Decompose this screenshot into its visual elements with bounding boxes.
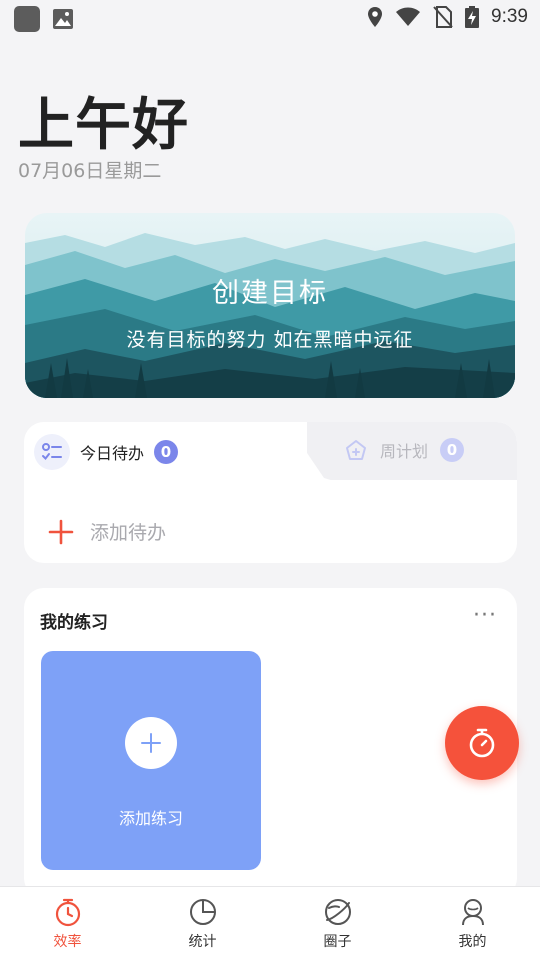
image-notification-icon [53,9,73,29]
create-goal-banner[interactable]: 创建目标 没有目标的努力 如在黑暗中远征 [25,213,515,398]
timer-fab-button[interactable] [445,706,519,780]
nav-item-efficiency[interactable]: 效率 [0,887,135,961]
date-label: 07月06日星期二 [18,160,162,182]
plus-icon [141,733,161,753]
nav-label-stats: 统计 [188,934,217,950]
stopwatch-icon [469,728,495,758]
tab-week-label: 周计划 [380,442,429,461]
status-time: 9:39 [491,6,528,27]
todo-card: 今日待办 0 周计划 0 添加待办 [24,422,517,563]
no-sim-icon [433,6,453,28]
app-notification-icon [14,6,40,32]
battery-charging-icon [465,6,480,28]
profile-icon [461,899,484,926]
tab-today-label: 今日待办 [80,444,145,463]
practice-card: 我的练习 ··· 添加练习 [24,588,517,898]
banner-subtitle: 没有目标的努力 如在黑暗中远征 [126,329,414,351]
week-plan-icon [346,440,366,460]
checklist-icon [42,443,62,461]
nav-item-mine[interactable]: 我的 [405,887,540,961]
wifi-icon [396,7,421,26]
bottom-nav: 效率 统计 圈子 我的 [0,886,540,961]
nav-label-mine: 我的 [458,934,487,950]
nav-label-efficiency: 效率 [53,934,82,950]
add-practice-label: 添加练习 [118,809,183,828]
location-icon [368,7,383,27]
add-todo-label: 添加待办 [90,522,167,544]
add-practice-button[interactable]: 添加练习 [41,651,261,870]
plus-icon [48,519,74,544]
more-options-icon[interactable]: ··· [473,605,497,627]
week-count-badge: 0 [440,438,465,462]
planet-icon [324,899,351,925]
banner-title: 创建目标 [212,278,328,309]
stopwatch-icon [55,898,80,927]
tab-week-plan[interactable]: 周计划 0 [344,438,465,462]
greeting-title: 上午好 [18,93,189,158]
add-todo-button[interactable]: 添加待办 [48,518,166,545]
pie-chart-icon [189,899,216,925]
nav-item-stats[interactable]: 统计 [135,887,270,961]
tab-today-todo[interactable]: 今日待办 0 [34,434,179,470]
practice-title: 我的练习 [40,613,108,633]
nav-label-circle: 圈子 [323,934,352,950]
nav-item-circle[interactable]: 圈子 [270,887,405,961]
today-count-badge: 0 [154,440,179,464]
status-bar: 9:39 [0,0,540,36]
